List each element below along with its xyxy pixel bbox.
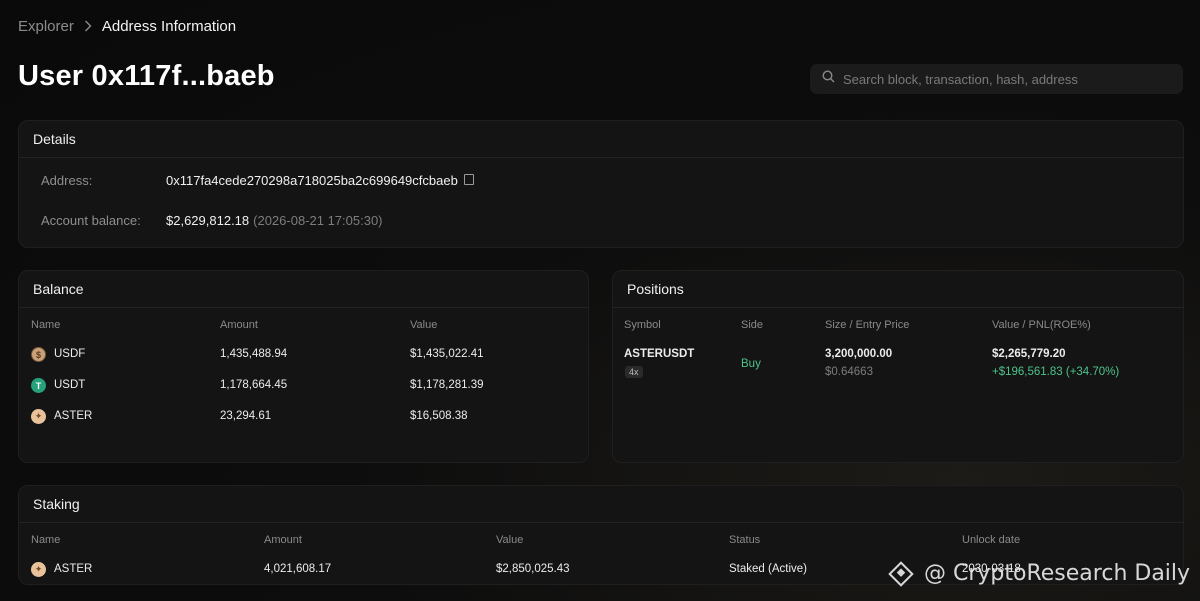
position-value: $2,265,779.20 — [992, 348, 1066, 360]
staking-row-status: Staked (Active) — [729, 563, 807, 575]
balance-row-name: USDF — [54, 348, 86, 360]
address-label: Address: — [41, 173, 93, 188]
breadcrumb: Explorer Address Information — [18, 18, 236, 35]
balance-heading: Balance — [19, 271, 588, 308]
positions-heading: Positions — [613, 271, 1183, 308]
aster-icon: ✦ — [31, 409, 46, 424]
staking-heading: Staking — [19, 486, 1183, 523]
chevron-right-icon — [84, 19, 92, 35]
address-row: Address: 0x117fa4cede270298a718025ba2c69… — [41, 173, 474, 188]
account-balance-label: Account balance: — [41, 213, 141, 228]
account-balance-value: $2,629,812.18 — [166, 213, 250, 228]
search-input[interactable] — [841, 70, 1165, 88]
page-title: User 0x117f...baeb — [18, 60, 275, 92]
positions-card: Positions Symbol Side Size / Entry Price… — [612, 270, 1184, 463]
staking-row-name: ASTER — [54, 563, 93, 575]
details-card: Details Address: 0x117fa4cede270298a7180… — [18, 120, 1184, 248]
position-entry-price: $0.64663 — [825, 366, 873, 378]
watermark: @ CryptoResearch Daily — [888, 560, 1191, 587]
balance-col-value: Value — [410, 319, 438, 331]
search-icon — [822, 70, 835, 88]
balance-row-amount: 1,178,664.45 — [220, 379, 288, 391]
balance-row-value: $1,178,281.39 — [410, 379, 484, 391]
usdf-icon: $ — [31, 347, 46, 362]
copy-icon[interactable] — [463, 174, 474, 185]
balance-row-value: $1,435,022.41 — [410, 348, 484, 360]
breadcrumb-explorer-link[interactable]: Explorer — [18, 18, 74, 35]
balance-row-name: ASTER — [54, 410, 93, 422]
breadcrumb-current: Address Information — [101, 18, 237, 35]
search-bar[interactable] — [810, 64, 1183, 94]
positions-col-symbol: Symbol — [624, 319, 661, 331]
balance-row-name: USDT — [54, 379, 86, 391]
details-heading: Details — [19, 121, 1183, 158]
positions-col-value: Value / PNL(ROE%) — [992, 319, 1091, 331]
watermark-text: @ CryptoResearch Daily — [924, 561, 1191, 586]
leverage-badge: 4x — [625, 366, 643, 378]
position-symbol[interactable]: ASTERUSDT — [624, 348, 694, 360]
balance-card: Balance Name Amount Value $ USDF 1,435,4… — [18, 270, 589, 463]
balance-row-value: $16,508.38 — [410, 410, 468, 422]
account-balance-timestamp: (2026-08-21 17:05:30) — [253, 213, 383, 228]
address-value[interactable]: 0x117fa4cede270298a718025ba2c699649cfcba… — [166, 173, 458, 188]
positions-col-size: Size / Entry Price — [825, 319, 910, 331]
balance-col-name: Name — [31, 319, 61, 331]
staking-col-amount: Amount — [264, 534, 302, 546]
balance-row-amount: 23,294.61 — [220, 410, 272, 422]
staking-col-name: Name — [31, 534, 61, 546]
position-side: Buy — [741, 358, 761, 370]
balance-col-amount: Amount — [220, 319, 258, 331]
binance-logo-icon — [888, 560, 914, 587]
positions-col-side: Side — [741, 319, 764, 331]
staking-row-amount: 4,021,608.17 — [264, 563, 332, 575]
staking-col-value: Value — [496, 534, 524, 546]
position-size: 3,200,000.00 — [825, 348, 893, 360]
staking-col-unlock: Unlock date — [962, 534, 1021, 546]
staking-row-value: $2,850,025.43 — [496, 563, 570, 575]
usdt-icon: T — [31, 378, 46, 393]
position-pnl: +$196,561.83 (+34.70%) — [992, 366, 1120, 378]
staking-col-status: Status — [729, 534, 761, 546]
aster-icon: ✦ — [31, 562, 46, 577]
balance-row-amount: 1,435,488.94 — [220, 348, 288, 360]
account-balance-row: Account balance: $2,629,812.18 (2026-08-… — [41, 213, 383, 228]
